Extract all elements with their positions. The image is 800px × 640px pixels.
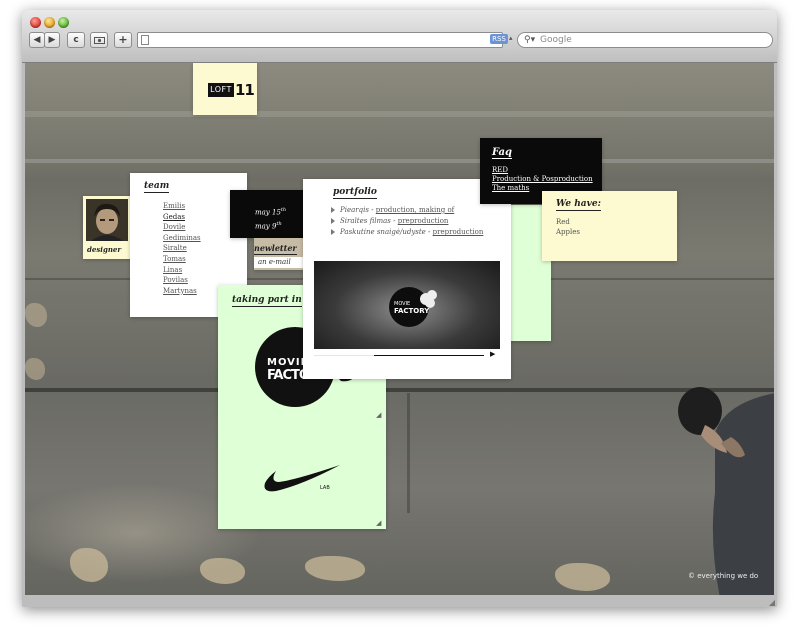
wall-ridge xyxy=(25,159,774,163)
team-member-link[interactable]: Gediminas xyxy=(163,233,201,244)
faq-link[interactable]: RED xyxy=(492,166,593,175)
portfolio-item: Siraltes filmas - preproduction xyxy=(331,216,483,227)
taking-part-heading: taking part in xyxy=(232,295,302,307)
we-have-item: Apples xyxy=(556,228,580,236)
bullet-icon xyxy=(331,207,335,213)
nike-caption: LAB xyxy=(320,485,330,491)
plaster-patch xyxy=(25,303,47,327)
nike-logo[interactable]: LAB xyxy=(262,461,352,501)
zoom-window-button[interactable] xyxy=(58,17,69,28)
portfolio-link[interactable]: preproduction xyxy=(433,228,484,236)
search-icon: ⚲▾ xyxy=(524,35,536,45)
bullet-icon xyxy=(331,218,335,224)
we-have-item: Red xyxy=(556,218,570,226)
designer-photo xyxy=(86,199,128,241)
team-list: Emilis Gedas Dovile Gediminas Siralte To… xyxy=(163,201,201,296)
snapshot-button[interactable] xyxy=(90,32,108,48)
team-heading: team xyxy=(144,181,170,193)
site-logo: LOFT 11 xyxy=(208,81,255,99)
search-field[interactable]: ⚲▾ Google xyxy=(517,32,773,48)
logo-number: 11 xyxy=(235,81,255,99)
we-have-panel: We have: Red Apples xyxy=(542,191,677,261)
portfolio-item: Paskutine snaigė/udyste - preproduction xyxy=(331,227,483,238)
portfolio-list: Piearqis - production, making of Siralte… xyxy=(331,205,483,238)
portfolio-link[interactable]: preproduction xyxy=(398,217,449,225)
minimize-window-button[interactable] xyxy=(44,17,55,28)
designer-card[interactable]: designer xyxy=(83,196,131,259)
reload-button[interactable]: c xyxy=(67,32,85,48)
team-member-link[interactable]: Martynas xyxy=(163,286,201,297)
back-button[interactable]: ◀ xyxy=(29,32,45,48)
newsletter-panel: newletter an e-mail xyxy=(254,238,310,270)
portfolio-link[interactable]: production, making of xyxy=(376,206,455,214)
designer-label: designer xyxy=(87,245,122,254)
wall-seam xyxy=(407,393,410,513)
close-window-button[interactable] xyxy=(30,17,41,28)
newsletter-email-input[interactable]: an e-mail xyxy=(254,257,308,268)
browser-window: ◀ ▶ c + RSS ▴ ⚲▾ Google LOFT 11 designer… xyxy=(22,10,777,607)
we-have-list: Red Apples xyxy=(556,217,580,237)
team-member-link[interactable]: Dovile xyxy=(163,222,201,233)
resize-handle-icon[interactable]: ◢ xyxy=(376,519,381,527)
dates-panel: may 15th may 9th xyxy=(230,190,310,238)
swoosh-icon xyxy=(264,465,340,492)
we-have-heading: We have: xyxy=(556,199,601,211)
play-icon[interactable]: ▶ xyxy=(490,350,495,358)
date-item[interactable]: may 15th xyxy=(255,204,286,218)
plaster-patch xyxy=(25,358,45,380)
address-bar[interactable] xyxy=(137,32,503,48)
newsletter-heading: newletter xyxy=(254,243,297,255)
faq-link[interactable]: Production & Posproduction xyxy=(492,175,593,184)
copyright-footer: © everything we do xyxy=(688,572,759,580)
portfolio-heading: portfolio xyxy=(333,187,377,199)
search-placeholder: Google xyxy=(540,35,572,45)
team-member-link[interactable]: Emilis xyxy=(163,201,201,212)
wall-seam xyxy=(25,388,774,392)
faq-heading: Faq xyxy=(492,147,513,159)
person-photo xyxy=(678,387,774,595)
team-member-link[interactable]: Tomas xyxy=(163,254,201,265)
resize-handle-icon[interactable]: ◢ xyxy=(376,411,381,419)
video-player[interactable]: MOVIE FACTORY xyxy=(314,261,500,349)
back-arrow-icon: ◀ xyxy=(33,35,41,45)
faq-list: RED Production & Posproduction The maths xyxy=(492,166,593,193)
window-resize-grip-icon[interactable]: ◢ xyxy=(769,598,775,607)
wall-ridge xyxy=(25,111,774,117)
plaster-patch xyxy=(200,558,245,584)
plaster-patch xyxy=(70,548,108,582)
bullet-icon xyxy=(331,229,335,235)
add-bookmark-button[interactable]: + xyxy=(114,32,132,48)
rss-dropdown-icon[interactable]: ▴ xyxy=(509,34,513,42)
page-content: LOFT 11 designer team Emilis Gedas Dovil… xyxy=(25,63,774,595)
reload-icon: c xyxy=(73,35,79,45)
team-member-link[interactable]: Siralte xyxy=(163,243,201,254)
rss-button[interactable]: RSS xyxy=(490,34,508,44)
video-logo-text-2: FACTORY xyxy=(394,307,430,315)
team-member-link[interactable]: Gedas xyxy=(163,212,201,223)
logo-text: LOFT xyxy=(208,83,234,97)
page-icon xyxy=(141,35,149,45)
logo-panel[interactable]: LOFT 11 xyxy=(193,63,257,115)
team-member-link[interactable]: Linas xyxy=(163,265,201,276)
plus-icon: + xyxy=(118,33,128,46)
date-item[interactable]: may 9th xyxy=(255,218,286,232)
portfolio-panel: portfolio Piearqis - production, making … xyxy=(303,179,511,379)
portfolio-item: Piearqis - production, making of xyxy=(331,205,483,216)
forward-arrow-icon: ▶ xyxy=(48,35,56,45)
team-member-link[interactable]: Povilas xyxy=(163,275,201,286)
video-scrubber[interactable] xyxy=(374,355,484,356)
camera-icon xyxy=(93,37,105,44)
plaster-patch xyxy=(305,556,365,581)
plaster-patch xyxy=(555,563,610,591)
forward-button[interactable]: ▶ xyxy=(44,32,60,48)
browser-toolbar: ◀ ▶ c + RSS ▴ ⚲▾ Google xyxy=(22,10,777,63)
